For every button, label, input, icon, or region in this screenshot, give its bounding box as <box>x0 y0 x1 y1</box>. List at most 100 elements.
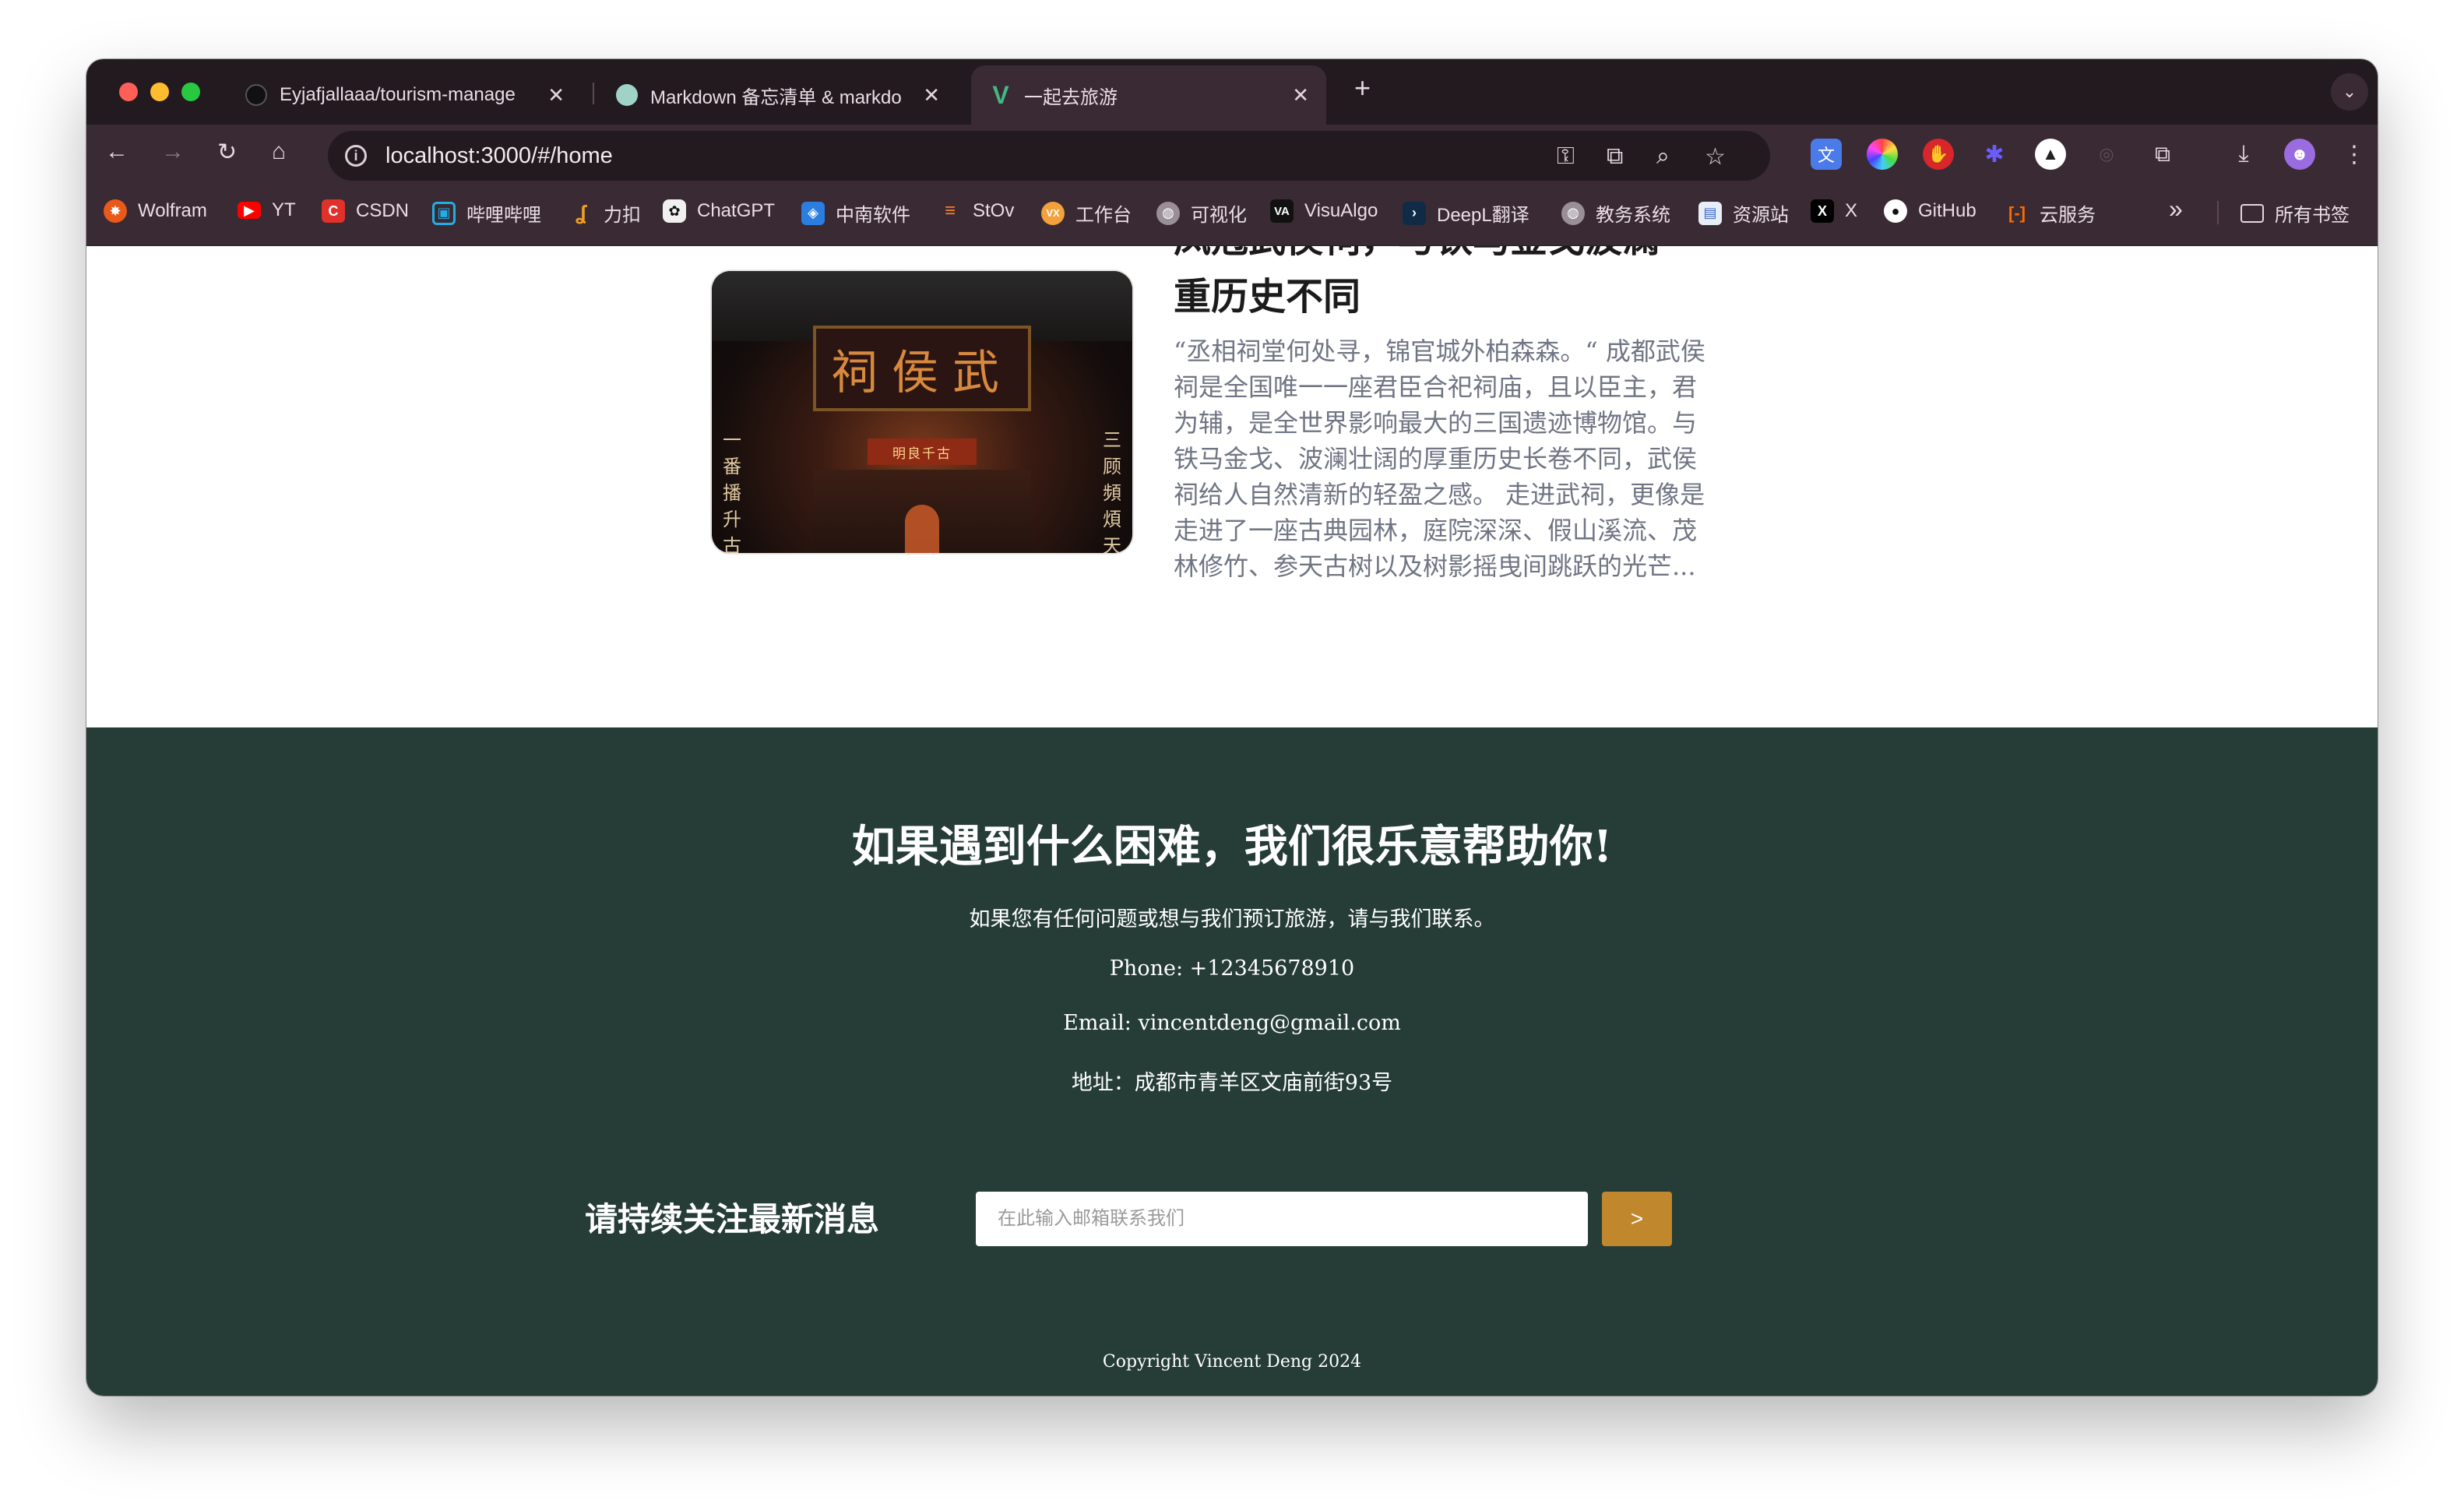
address-bar[interactable]: i localhost:3000/#/home ⚿ ⧉ ⌕ ☆ <box>328 131 1770 181</box>
bookmark-label: 资源站 <box>1733 205 1789 226</box>
github-icon <box>245 84 267 106</box>
back-icon[interactable]: ← <box>105 139 128 165</box>
zoom-icon[interactable]: ⌕ <box>1656 143 1670 170</box>
tab-title: 一起去旅游 <box>1024 86 1118 108</box>
wuhou-shrine-image[interactable]: 祠侯武 明良千古 一番播升古 三顾頻煩天 <box>712 271 1132 553</box>
bookmark-label: 力扣 <box>604 205 641 226</box>
google-translate-icon[interactable]: 文 <box>1811 139 1842 170</box>
home-icon[interactable]: ⌂ <box>272 139 286 165</box>
bookmark-deepl[interactable]: › DeepL翻译 <box>1403 199 1529 227</box>
bookmark-x[interactable]: XX <box>1811 199 1857 223</box>
x-icon: X <box>1811 199 1834 223</box>
more-bookmarks-button[interactable]: » <box>2169 195 2183 224</box>
close-tab-icon[interactable]: ✕ <box>1292 83 1309 107</box>
subscribe-label: 请持续关注最新消息 <box>585 1200 880 1238</box>
footer-address: 地址：成都市青羊区文庙前街93号 <box>1071 1071 1393 1095</box>
bookmark-label: 中南软件 <box>836 205 910 226</box>
csdn-icon: C <box>322 199 345 223</box>
minimize-window-button[interactable] <box>150 83 169 101</box>
cloud-service-icon: [-] <box>2008 203 2026 223</box>
tab-github[interactable]: Eyjafjallaaa/tourism-manage ✕ <box>227 65 582 125</box>
temple-plaque: 祠侯武 <box>813 326 1031 411</box>
chatgpt-icon: ✿ <box>663 199 686 223</box>
browser-window: Eyjafjallaaa/tourism-manage ✕ Markdown 备… <box>86 59 2378 1396</box>
wolfram-icon: ✸ <box>104 199 127 223</box>
footer-email: Email: vincentdeng@gmail.com <box>1063 1011 1401 1035</box>
couplet-right: 三顾頻煩天 <box>1103 429 1121 553</box>
bookmark-resource-site[interactable]: ▤ 资源站 <box>1698 199 1789 227</box>
bookmark-cloud-service[interactable]: [-] 云服务 <box>2005 199 2096 227</box>
vue-icon: V <box>992 80 1009 109</box>
temple-sub-plaque: 明良千古 <box>868 439 977 465</box>
close-window-button[interactable] <box>119 83 138 101</box>
bookmark-bilibili[interactable]: ▣ 哔哩哔哩 <box>432 199 541 227</box>
forward-icon[interactable]: → <box>161 139 185 165</box>
extension-star-icon[interactable]: ✱ <box>1979 139 2010 170</box>
new-tab-button[interactable]: + <box>1354 72 1371 104</box>
stackoverflow-icon: ≡ <box>944 200 956 221</box>
article-title[interactable]: 凤冠武侯祠，与铁马金戈波澜 重历史不同 <box>1174 246 1734 326</box>
copyright-text: Copyright Vincent Deng 2024 <box>1102 1352 1362 1372</box>
profile-avatar[interactable]: ☻ <box>2284 139 2315 170</box>
footer-intro: 如果您有任何问题或想与我们预订旅游，请与我们联系。 <box>969 907 1495 932</box>
bookmark-label: 教务系统 <box>1596 205 1670 226</box>
color-picker-icon[interactable] <box>1867 139 1898 170</box>
bookmark-label: Wolfram <box>138 200 207 221</box>
bookmark-visualization[interactable]: ◍ 可视化 <box>1156 199 1247 227</box>
bookmark-chatgpt[interactable]: ✿ ChatGPT <box>663 199 775 223</box>
download-icon[interactable]: ⤓ <box>2228 139 2259 170</box>
bilibili-icon: ▣ <box>432 201 456 225</box>
folder-icon <box>2240 203 2264 223</box>
adblock-icon[interactable]: ✋ <box>1923 139 1954 170</box>
close-tab-icon[interactable]: ✕ <box>547 83 565 107</box>
leetcode-icon: ʆ <box>575 201 587 224</box>
reload-icon[interactable]: ↻ <box>217 139 237 166</box>
globe-icon: ◍ <box>1156 201 1180 225</box>
subscribe-submit-button[interactable]: > <box>1602 1192 1672 1246</box>
github-icon: ● <box>1884 199 1907 223</box>
tab-search-button[interactable]: ⌄ <box>2331 73 2368 111</box>
maximize-window-button[interactable] <box>181 83 200 101</box>
bookmarks-bar: ✸ Wolfram ▶ YT C CSDN ▣ 哔哩哔哩 ʆ 力扣 ✿ ChatGPT ◈ 中… <box>86 184 2378 246</box>
translate-icon[interactable]: ⧉ <box>1607 143 1623 170</box>
vercel-icon[interactable]: ▲ <box>2035 139 2066 170</box>
bookmark-csdn[interactable]: C CSDN <box>322 199 409 223</box>
all-bookmarks-button[interactable]: 所有书签 <box>2240 199 2350 227</box>
tab-travel[interactable]: V 一起去旅游 ✕ <box>971 65 1326 125</box>
close-tab-icon[interactable]: ✕ <box>923 83 940 107</box>
bookmarks-divider <box>2217 201 2219 224</box>
browser-toolbar: ← → ↻ ⌂ i localhost:3000/#/home ⚿ ⧉ ⌕ ☆ … <box>86 125 2378 184</box>
tab-title: Markdown 备忘清单 & markdo <box>650 86 902 108</box>
page-viewport: 祠侯武 明良千古 一番播升古 三顾頻煩天 凤冠武侯祠，与铁马金戈波澜 重历史不同… <box>86 246 2378 1396</box>
article-excerpt: “丞相祠堂何处寻，锦官城外柏森森。“ 成都武侯祠是全国唯一一座君臣合祀祠庙，且以… <box>1174 336 1705 581</box>
url-text[interactable]: localhost:3000/#/home <box>385 143 613 169</box>
bookmark-visualgo[interactable]: VA VisuAlgo <box>1270 199 1378 223</box>
bookmark-wolfram[interactable]: ✸ Wolfram <box>104 199 207 223</box>
bookmark-star-icon[interactable]: ☆ <box>1705 143 1726 171</box>
disabled-extension-icon[interactable]: ◎ <box>2091 139 2122 170</box>
email-subscribe-input[interactable] <box>976 1192 1588 1246</box>
bookmark-github[interactable]: ● GitHub <box>1884 199 1976 223</box>
bookmark-label: 哔哩哔哩 <box>466 205 541 226</box>
browser-menu-icon[interactable]: ⋮ <box>2339 139 2370 170</box>
tab-strip: Eyjafjallaaa/tourism-manage ✕ Markdown 备… <box>86 59 2378 125</box>
bookmark-label: 云服务 <box>2040 205 2096 226</box>
tab-markdown[interactable]: Markdown 备忘清单 & markdo ✕ <box>597 65 957 125</box>
bookmark-label: X <box>1845 200 1858 221</box>
bookmark-workbench[interactable]: VX 工作台 <box>1041 199 1132 227</box>
password-key-icon[interactable]: ⚿ <box>1557 143 1575 170</box>
globe-icon: ◍ <box>1561 201 1585 225</box>
workbench-icon: VX <box>1041 201 1065 225</box>
bookmark-leetcode[interactable]: ʆ 力扣 <box>569 199 641 227</box>
bookmark-label: 可视化 <box>1191 205 1247 226</box>
bookmark-stackoverflow[interactable]: ≡ StOv <box>938 199 1014 223</box>
bookmark-academic-system[interactable]: ◍ 教务系统 <box>1561 199 1670 227</box>
bookmark-zhongnan[interactable]: ◈ 中南软件 <box>801 199 910 227</box>
extensions-puzzle-icon[interactable]: ⧉ <box>2147 139 2178 170</box>
contact-footer: 如果遇到什么困难，我们很乐意帮助你! 如果您有任何问题或想与我们预订旅游，请与我… <box>86 727 2378 1396</box>
deepl-icon: › <box>1403 201 1426 225</box>
bookmark-youtube[interactable]: ▶ YT <box>238 199 296 221</box>
bookmark-label: 工作台 <box>1075 205 1132 226</box>
bookmark-label: ChatGPT <box>697 200 776 221</box>
site-info-icon[interactable]: i <box>345 145 367 167</box>
